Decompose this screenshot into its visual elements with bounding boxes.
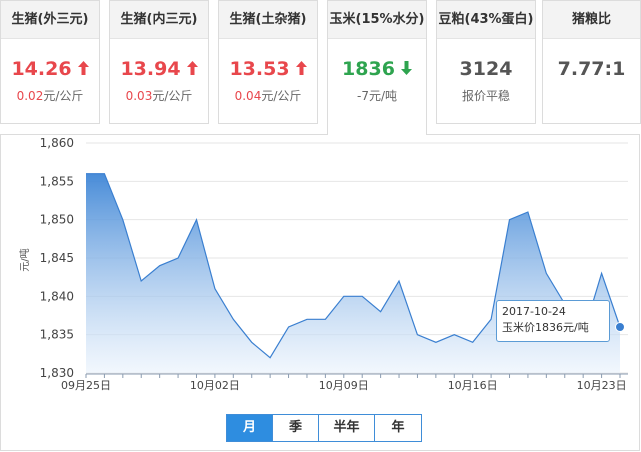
y-axis-label: 元/吨 (18, 248, 31, 271)
card-value: 7.77:1 (557, 58, 626, 80)
range-button-year[interactable]: 年 (375, 415, 421, 441)
corn-price-chart: 1,8301,8351,8401,8451,8501,8551,860 元/吨 … (18, 136, 628, 392)
data-tooltip: 2017-10-24 玉米价1836元/吨 (496, 300, 610, 342)
card-value: 1836 (328, 57, 426, 81)
down-arrow-icon (400, 60, 412, 75)
price-card-hog-inner[interactable]: 生猪(内三元) 13.94 0.03元/公斤 (109, 0, 209, 124)
y-tick-label: 1,850 (40, 213, 74, 227)
x-tick-label: 09月25日 (61, 379, 111, 392)
up-arrow-icon (77, 60, 89, 75)
x-tick-label: 10月23日 (577, 379, 627, 392)
card-change: 0.04元/公斤 (234, 89, 302, 103)
card-value: 3124 (459, 58, 513, 80)
tooltip-date: 2017-10-24 (502, 305, 566, 318)
y-tick-label: 1,830 (40, 366, 74, 380)
y-tick-label: 1,835 (40, 328, 74, 342)
x-tick-label: 10月09日 (319, 379, 369, 392)
range-button-half-year[interactable]: 半年 (319, 415, 375, 441)
card-title: 生猪(内三元) (110, 1, 208, 39)
range-selector: 月 季 半年 年 (226, 414, 422, 442)
card-change: 0.02元/公斤 (16, 89, 84, 103)
y-tick-label: 1,860 (40, 136, 74, 150)
price-card-hog-outer[interactable]: 生猪(外三元) 14.26 0.02元/公斤 (0, 0, 100, 124)
card-title: 玉米(15%水分) (328, 1, 426, 39)
range-button-quarter[interactable]: 季 (273, 415, 319, 441)
price-card-hog-local[interactable]: 生猪(土杂猪) 13.53 0.04元/公斤 (218, 0, 318, 124)
card-value: 14.26 (1, 57, 99, 81)
y-tick-label: 1,840 (40, 289, 74, 303)
up-arrow-icon (186, 60, 198, 75)
card-change: 报价平稳 (461, 89, 510, 103)
card-change: -7元/吨 (356, 89, 397, 103)
y-tick-label: 1,845 (40, 251, 74, 265)
up-arrow-icon (295, 60, 307, 75)
card-title: 豆粕(43%蛋白) (437, 1, 535, 39)
price-card-corn[interactable]: 玉米(15%水分) 1836 -7元/吨 (327, 0, 427, 135)
x-tick-label: 10月02日 (190, 379, 240, 392)
card-title: 生猪(外三元) (1, 1, 99, 39)
card-value: 13.53 (219, 57, 317, 81)
highlighted-data-point[interactable] (615, 322, 625, 332)
area-fill (86, 173, 620, 373)
card-title: 猪粮比 (543, 1, 640, 39)
price-card-hog-grain-ratio[interactable]: 猪粮比 7.77:1 (542, 0, 641, 124)
price-cards: 生猪(外三元) 14.26 0.02元/公斤 生猪(内三元) 13.94 0.0… (0, 0, 641, 135)
tooltip-text: 玉米价1836元/吨 (502, 321, 589, 334)
y-tick-label: 1,855 (40, 174, 74, 188)
card-value: 13.94 (110, 57, 208, 81)
x-tick-label: 10月16日 (448, 379, 498, 392)
card-change: 0.03元/公斤 (125, 89, 193, 103)
range-button-month[interactable]: 月 (227, 415, 273, 441)
price-card-soymeal[interactable]: 豆粕(43%蛋白) 3124 报价平稳 (436, 0, 536, 124)
card-title: 生猪(土杂猪) (219, 1, 317, 39)
